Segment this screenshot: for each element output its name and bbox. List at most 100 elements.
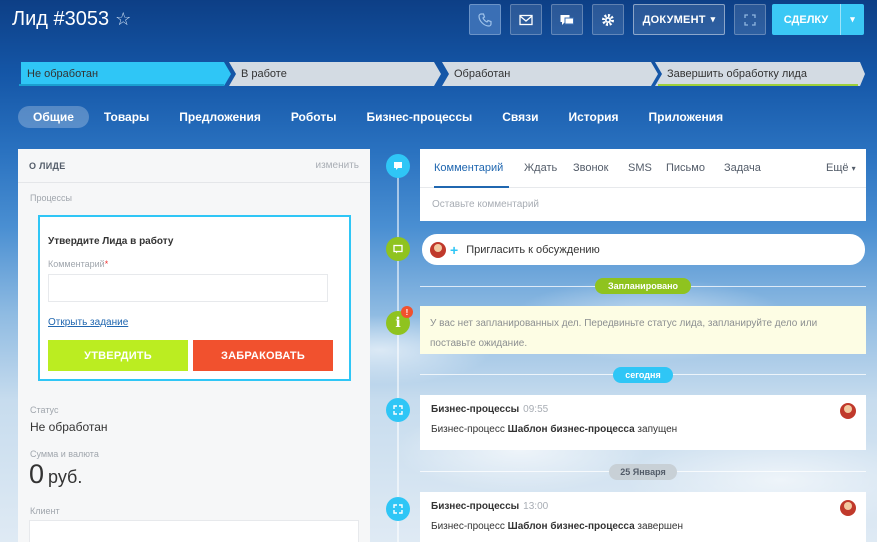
stage-label: Завершить обработку лида <box>667 68 807 80</box>
lead-info-panel: О ЛИДЕ изменить Процессы Утвердите Лида … <box>18 149 370 542</box>
mail-button[interactable] <box>510 4 542 35</box>
lead-title: Лид #3053 <box>12 8 110 30</box>
stage-processed[interactable]: Обработан <box>442 62 659 86</box>
phone-button[interactable] <box>469 4 501 35</box>
required-mark: * <box>104 259 109 269</box>
amount-display: 0 руб. <box>29 459 82 490</box>
date-pill: 25 Января <box>609 464 677 480</box>
bp-node-2 <box>386 497 410 521</box>
entry-time: 09:55 <box>523 404 549 415</box>
process-title: Утвердите Лида в работу <box>48 236 174 247</box>
avatar[interactable] <box>840 500 856 516</box>
warning-badge: ! <box>401 306 413 318</box>
chevron-down-icon: ▾ <box>851 164 856 173</box>
tab-links[interactable]: Связи <box>487 106 553 128</box>
main-tabs: Общие Товары Предложения Роботы Бизнес-п… <box>18 106 738 128</box>
reject-button[interactable]: ЗАБРАКОВАТЬ <box>193 340 333 371</box>
entry-prefix: Бизнес-процесс <box>431 424 505 435</box>
invite-node <box>386 237 410 261</box>
stage-in-progress[interactable]: В работе <box>229 62 442 86</box>
entry-body: Бизнес-процесс Шаблон бизнес-процесса за… <box>431 521 683 532</box>
composer-tab-task[interactable]: Задача <box>724 162 761 174</box>
settings-button[interactable] <box>592 4 624 35</box>
chat-icon <box>393 244 403 254</box>
avatar <box>430 241 446 258</box>
process-task-card: Утвердите Лида в работу Комментарий* Отк… <box>38 215 351 381</box>
stage-label: В работе <box>241 68 287 80</box>
entry-process-name[interactable]: Шаблон бизнес-процесса <box>508 424 635 435</box>
approve-button[interactable]: УТВЕРДИТЬ <box>48 340 188 371</box>
stage-new[interactable]: Не обработан <box>19 62 232 86</box>
invite-discussion-button[interactable]: + Пригласить к обсуждению <box>422 234 865 265</box>
entry-suffix: запущен <box>637 424 678 435</box>
comment-icon <box>394 162 402 170</box>
comment-node <box>386 154 410 178</box>
composer-tab-comment[interactable]: Комментарий <box>434 162 503 174</box>
timeline-line <box>397 160 399 542</box>
info-icon: i <box>395 315 401 331</box>
processes-label: Процессы <box>30 193 73 203</box>
entry-prefix: Бизнес-процесс <box>431 521 505 532</box>
edit-link[interactable]: изменить <box>315 160 359 171</box>
gear-icon <box>602 13 614 26</box>
chevron-down-icon: ▾ <box>710 14 716 24</box>
document-label: ДОКУМЕНТ <box>642 13 706 26</box>
composer-more[interactable]: Ещё ▾ <box>826 162 856 174</box>
comment-placeholder[interactable]: Оставьте комментарий <box>432 199 539 210</box>
status-value: Не обработан <box>30 420 108 434</box>
deal-dropdown[interactable]: ▾ <box>840 4 864 35</box>
tab-general[interactable]: Общие <box>18 106 89 128</box>
open-task-link[interactable]: Открыть задание <box>48 317 128 328</box>
chevron-down-icon: ▾ <box>850 14 855 24</box>
client-field[interactable] <box>29 520 359 542</box>
entry-title-text: Бизнес-процессы <box>431 501 520 512</box>
active-tab-underline <box>434 186 509 188</box>
plus-icon: + <box>450 241 459 258</box>
comment-input[interactable] <box>48 274 328 302</box>
cycle-button[interactable] <box>734 4 766 35</box>
tab-business-processes[interactable]: Бизнес-процессы <box>351 106 487 128</box>
status-label: Статус <box>30 405 59 415</box>
entry-title-text: Бизнес-процессы <box>431 404 520 415</box>
amount-value: 0 <box>29 459 45 489</box>
tab-history[interactable]: История <box>553 106 633 128</box>
document-button[interactable]: ДОКУМЕНТ ▾ <box>633 4 725 35</box>
bp-node-1 <box>386 398 410 422</box>
chat-button[interactable] <box>551 4 583 35</box>
amount-label: Сумма и валюта <box>30 449 99 459</box>
stage-label: Не обработан <box>27 68 99 80</box>
today-pill: сегодня <box>613 367 673 383</box>
planned-empty-notice: У вас нет запланированных дел. Передвинь… <box>420 306 866 354</box>
phone-icon <box>478 12 492 27</box>
deal-button[interactable]: СДЕЛКУ ▾ <box>772 4 864 35</box>
section-title: О ЛИДЕ <box>29 160 66 171</box>
cycle-icon <box>393 405 403 415</box>
comment-composer: Комментарий Ждать Звонок SMS Письмо Зада… <box>420 149 866 221</box>
invite-label: Пригласить к обсуждению <box>466 243 600 256</box>
bp-entry-1: Бизнес-процессы 09:55 Бизнес-процесс Шабл… <box>420 395 866 450</box>
stage-label: Обработан <box>454 68 511 80</box>
deal-label: СДЕЛКУ <box>783 13 829 26</box>
currency: руб. <box>48 467 83 487</box>
tab-offers[interactable]: Предложения <box>164 106 276 128</box>
more-label: Ещё <box>826 162 849 174</box>
composer-tab-sms[interactable]: SMS <box>628 162 652 174</box>
entry-time: 13:00 <box>523 501 549 512</box>
stage-finish[interactable]: Завершить обработку лида <box>655 62 867 86</box>
avatar[interactable] <box>840 403 856 419</box>
star-icon[interactable]: ☆ <box>115 9 131 30</box>
comment-label-text: Комментарий <box>48 259 105 269</box>
tab-products[interactable]: Товары <box>89 106 164 128</box>
composer-tab-wait[interactable]: Ждать <box>524 162 557 174</box>
tab-apps[interactable]: Приложения <box>634 106 739 128</box>
composer-tab-email[interactable]: Письмо <box>666 162 705 174</box>
composer-tab-call[interactable]: Звонок <box>573 162 609 174</box>
entry-body: Бизнес-процесс Шаблон бизнес-процесса за… <box>431 424 677 435</box>
cycle-icon <box>744 13 756 26</box>
composer-tabs: Комментарий Ждать Звонок SMS Письмо Зада… <box>420 149 866 188</box>
entry-process-name[interactable]: Шаблон бизнес-процесса <box>508 521 635 532</box>
tab-robots[interactable]: Роботы <box>276 106 352 128</box>
bp-entry-2: Бизнес-процессы 13:00 Бизнес-процесс Шабл… <box>420 492 866 542</box>
stage-bar: Не обработан В работе Обработан Завершит… <box>19 62 867 86</box>
cycle-icon <box>393 504 403 514</box>
